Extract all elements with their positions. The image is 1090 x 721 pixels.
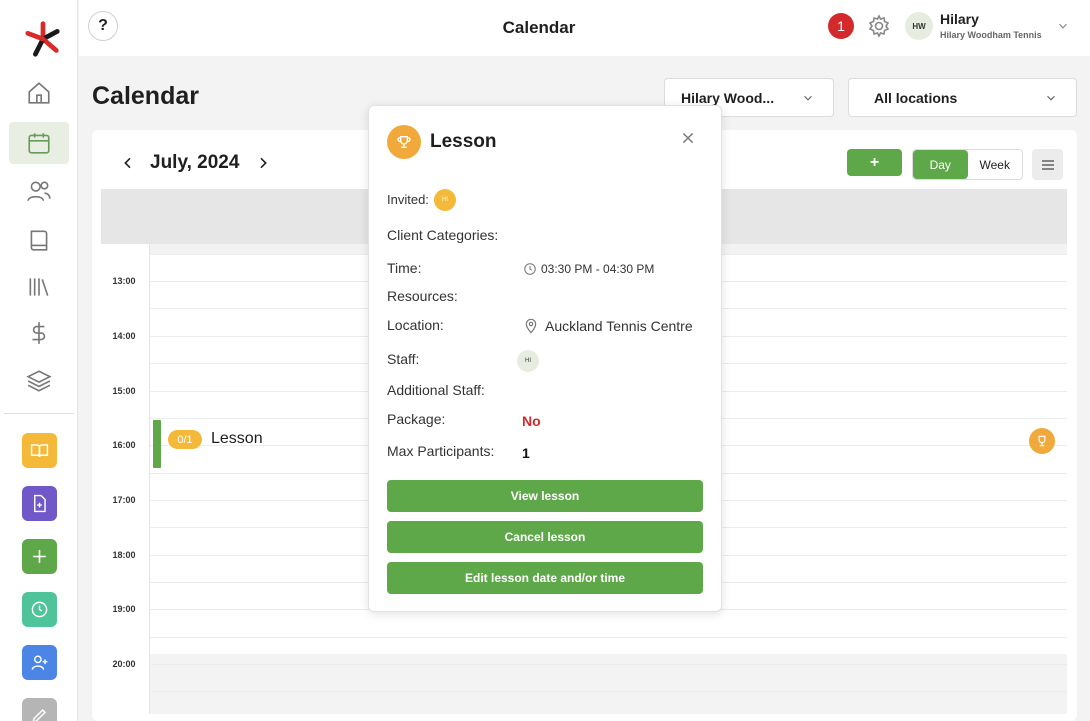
edit-lesson-button[interactable]: Edit lesson date and/or time — [387, 562, 703, 594]
edit-icon — [32, 708, 47, 721]
view-day-button[interactable]: Day — [913, 150, 968, 179]
plus-icon — [33, 550, 46, 563]
location-label: Location: — [387, 317, 444, 333]
gear-icon[interactable] — [867, 14, 891, 38]
list-view-button[interactable] — [1032, 149, 1063, 180]
chevron-right-icon[interactable] — [255, 155, 271, 171]
quick-edit-button[interactable] — [22, 698, 57, 721]
users-icon — [27, 181, 51, 202]
time-range: 03:30 PM - 04:30 PM — [541, 262, 655, 276]
cancel-lesson-button[interactable]: Cancel lesson — [387, 521, 703, 553]
package-label: Package: — [387, 411, 446, 427]
time-label: 16:00 — [112, 440, 136, 450]
quick-add-button[interactable] — [22, 539, 57, 574]
location-select[interactable]: All locations — [848, 78, 1077, 117]
staff-label: Staff: — [387, 351, 420, 367]
max-participants-value: 1 — [522, 445, 530, 461]
location-name: Auckland Tennis Centre — [545, 318, 693, 334]
calendar-icon — [28, 133, 50, 154]
nav-calendar[interactable] — [9, 122, 69, 164]
sidebar — [0, 0, 78, 721]
header-title: Calendar — [502, 18, 576, 37]
quick-clock-button[interactable] — [22, 592, 57, 627]
nav-layers[interactable] — [9, 360, 69, 402]
time-label: 13:00 — [112, 276, 136, 286]
list-icon — [1041, 159, 1054, 170]
invited-avatar[interactable]: HI — [434, 189, 456, 211]
layers-icon — [26, 370, 52, 392]
shaded-slot — [150, 654, 1067, 714]
month-label: July, 2024 — [150, 152, 240, 173]
popup-title: Lesson — [430, 131, 497, 152]
time-label: 17:00 — [112, 495, 136, 505]
lesson-popup: Lesson Invited: HI Client Categories: Ti… — [368, 105, 722, 612]
add-event-button[interactable]: + — [847, 149, 902, 176]
home-icon — [28, 82, 50, 104]
chevron-down-icon[interactable] — [1056, 19, 1070, 33]
book-icon — [30, 230, 48, 251]
lesson-event-title[interactable]: Lesson — [211, 430, 263, 448]
clock-icon — [31, 601, 48, 618]
time-label: 19:00 — [112, 604, 136, 614]
time-value: 03:30 PM - 04:30 PM — [523, 262, 654, 276]
nav-payments[interactable] — [9, 312, 69, 354]
nav-library[interactable] — [9, 266, 69, 308]
library-icon — [29, 278, 49, 296]
time-label: 14:00 — [112, 331, 136, 341]
chevron-left-icon[interactable] — [120, 155, 136, 171]
dollar-icon — [32, 322, 46, 344]
staff-select-value: Hilary Wood... — [681, 89, 775, 106]
month-navigator: July, 2024 — [120, 152, 271, 174]
quick-add-user-button[interactable] — [22, 645, 57, 680]
additional-staff-label: Additional Staff: — [387, 382, 485, 398]
user-organization: Hilary Woodham Tennis — [940, 30, 1042, 40]
nav-book[interactable] — [9, 219, 69, 261]
location-value: Auckland Tennis Centre — [523, 317, 693, 335]
resources-label: Resources: — [387, 288, 458, 304]
app-logo[interactable] — [24, 20, 62, 58]
user-name[interactable]: Hilary — [940, 11, 979, 27]
time-label: 18:00 — [112, 550, 136, 560]
max-participants-label: Max Participants: — [387, 443, 495, 459]
open-book-icon — [30, 444, 49, 457]
chevron-down-icon — [1047, 95, 1055, 101]
view-lesson-button[interactable]: View lesson — [387, 480, 703, 512]
top-bar: ? Calendar 1 HW Hilary Hilary Woodham Te… — [79, 0, 1090, 56]
location-pin-icon — [525, 318, 537, 334]
nav-clients[interactable] — [9, 170, 69, 212]
user-avatar[interactable]: HW — [905, 12, 933, 40]
add-user-icon — [31, 655, 48, 670]
time-label: 20:00 — [112, 659, 136, 669]
view-week-button[interactable]: Week — [968, 150, 1023, 179]
sidebar-divider — [4, 413, 74, 414]
page-title: Calendar — [92, 82, 199, 110]
add-document-icon — [34, 494, 46, 513]
chevron-down-icon — [804, 95, 812, 101]
package-value: No — [522, 413, 541, 429]
participant-count-badge: 0/1 — [168, 430, 202, 449]
staff-avatar[interactable]: HI — [517, 350, 539, 372]
close-icon[interactable] — [680, 130, 696, 146]
notification-badge[interactable]: 1 — [828, 13, 854, 39]
time-label: 15:00 — [112, 386, 136, 396]
invited-label: Invited: — [387, 192, 429, 207]
trophy-icon[interactable] — [1029, 428, 1055, 454]
view-toggle: Day Week — [912, 149, 1023, 180]
clock-icon — [524, 263, 536, 275]
lesson-event[interactable] — [153, 420, 161, 468]
time-gutter — [149, 244, 150, 714]
time-label: Time: — [387, 260, 422, 276]
client-categories-label: Client Categories: — [387, 227, 499, 243]
quick-add-document-button[interactable] — [22, 486, 57, 521]
quick-open-book-button[interactable] — [22, 433, 57, 468]
nav-home[interactable] — [9, 72, 69, 114]
location-select-value: All locations — [874, 89, 958, 106]
trophy-icon — [387, 125, 421, 159]
